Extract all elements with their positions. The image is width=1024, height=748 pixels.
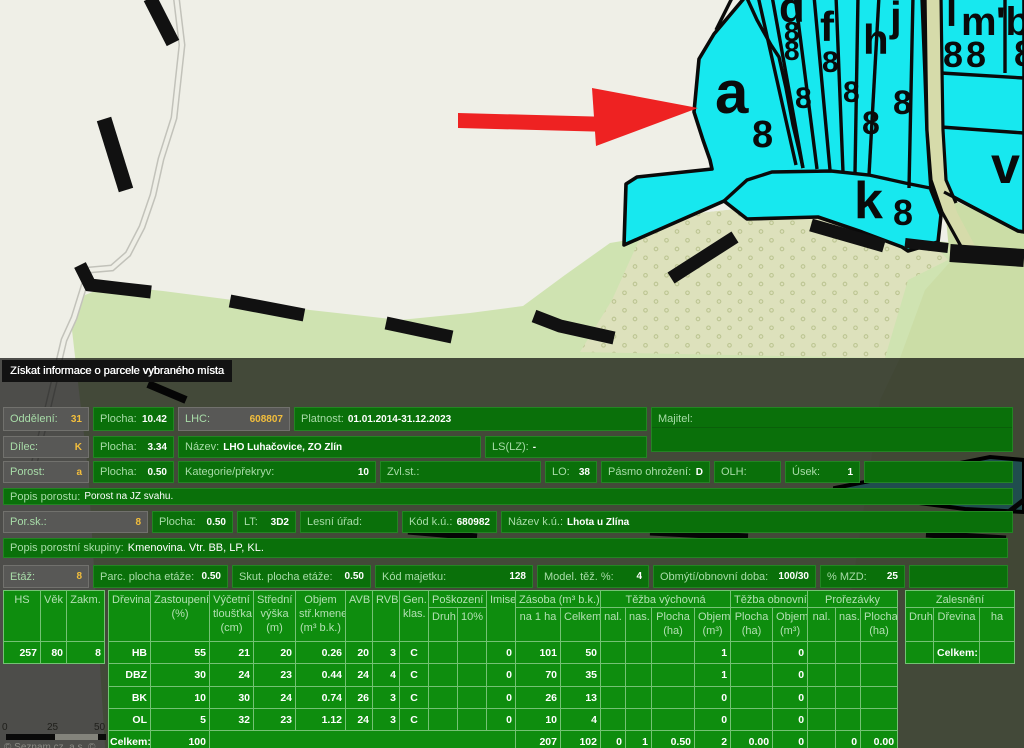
svg-text:8: 8	[966, 34, 986, 75]
svg-text:8: 8	[943, 34, 963, 75]
svg-text:l: l	[946, 0, 957, 35]
svg-text:8: 8	[893, 84, 912, 122]
svg-text:v: v	[991, 137, 1020, 195]
svg-text:f: f	[820, 3, 835, 50]
svg-text:8: 8	[843, 76, 860, 109]
svg-text:k: k	[854, 172, 883, 230]
svg-text:j: j	[889, 0, 902, 40]
svg-text:a: a	[715, 59, 749, 126]
svg-text:8: 8	[893, 192, 913, 233]
svg-text:8: 8	[784, 35, 800, 66]
svg-text:8: 8	[1014, 33, 1024, 74]
svg-text:8: 8	[752, 114, 773, 156]
svg-text:h: h	[863, 16, 889, 63]
svg-text:8: 8	[862, 105, 880, 141]
svg-text:8: 8	[822, 46, 839, 79]
svg-text:8: 8	[795, 82, 812, 115]
